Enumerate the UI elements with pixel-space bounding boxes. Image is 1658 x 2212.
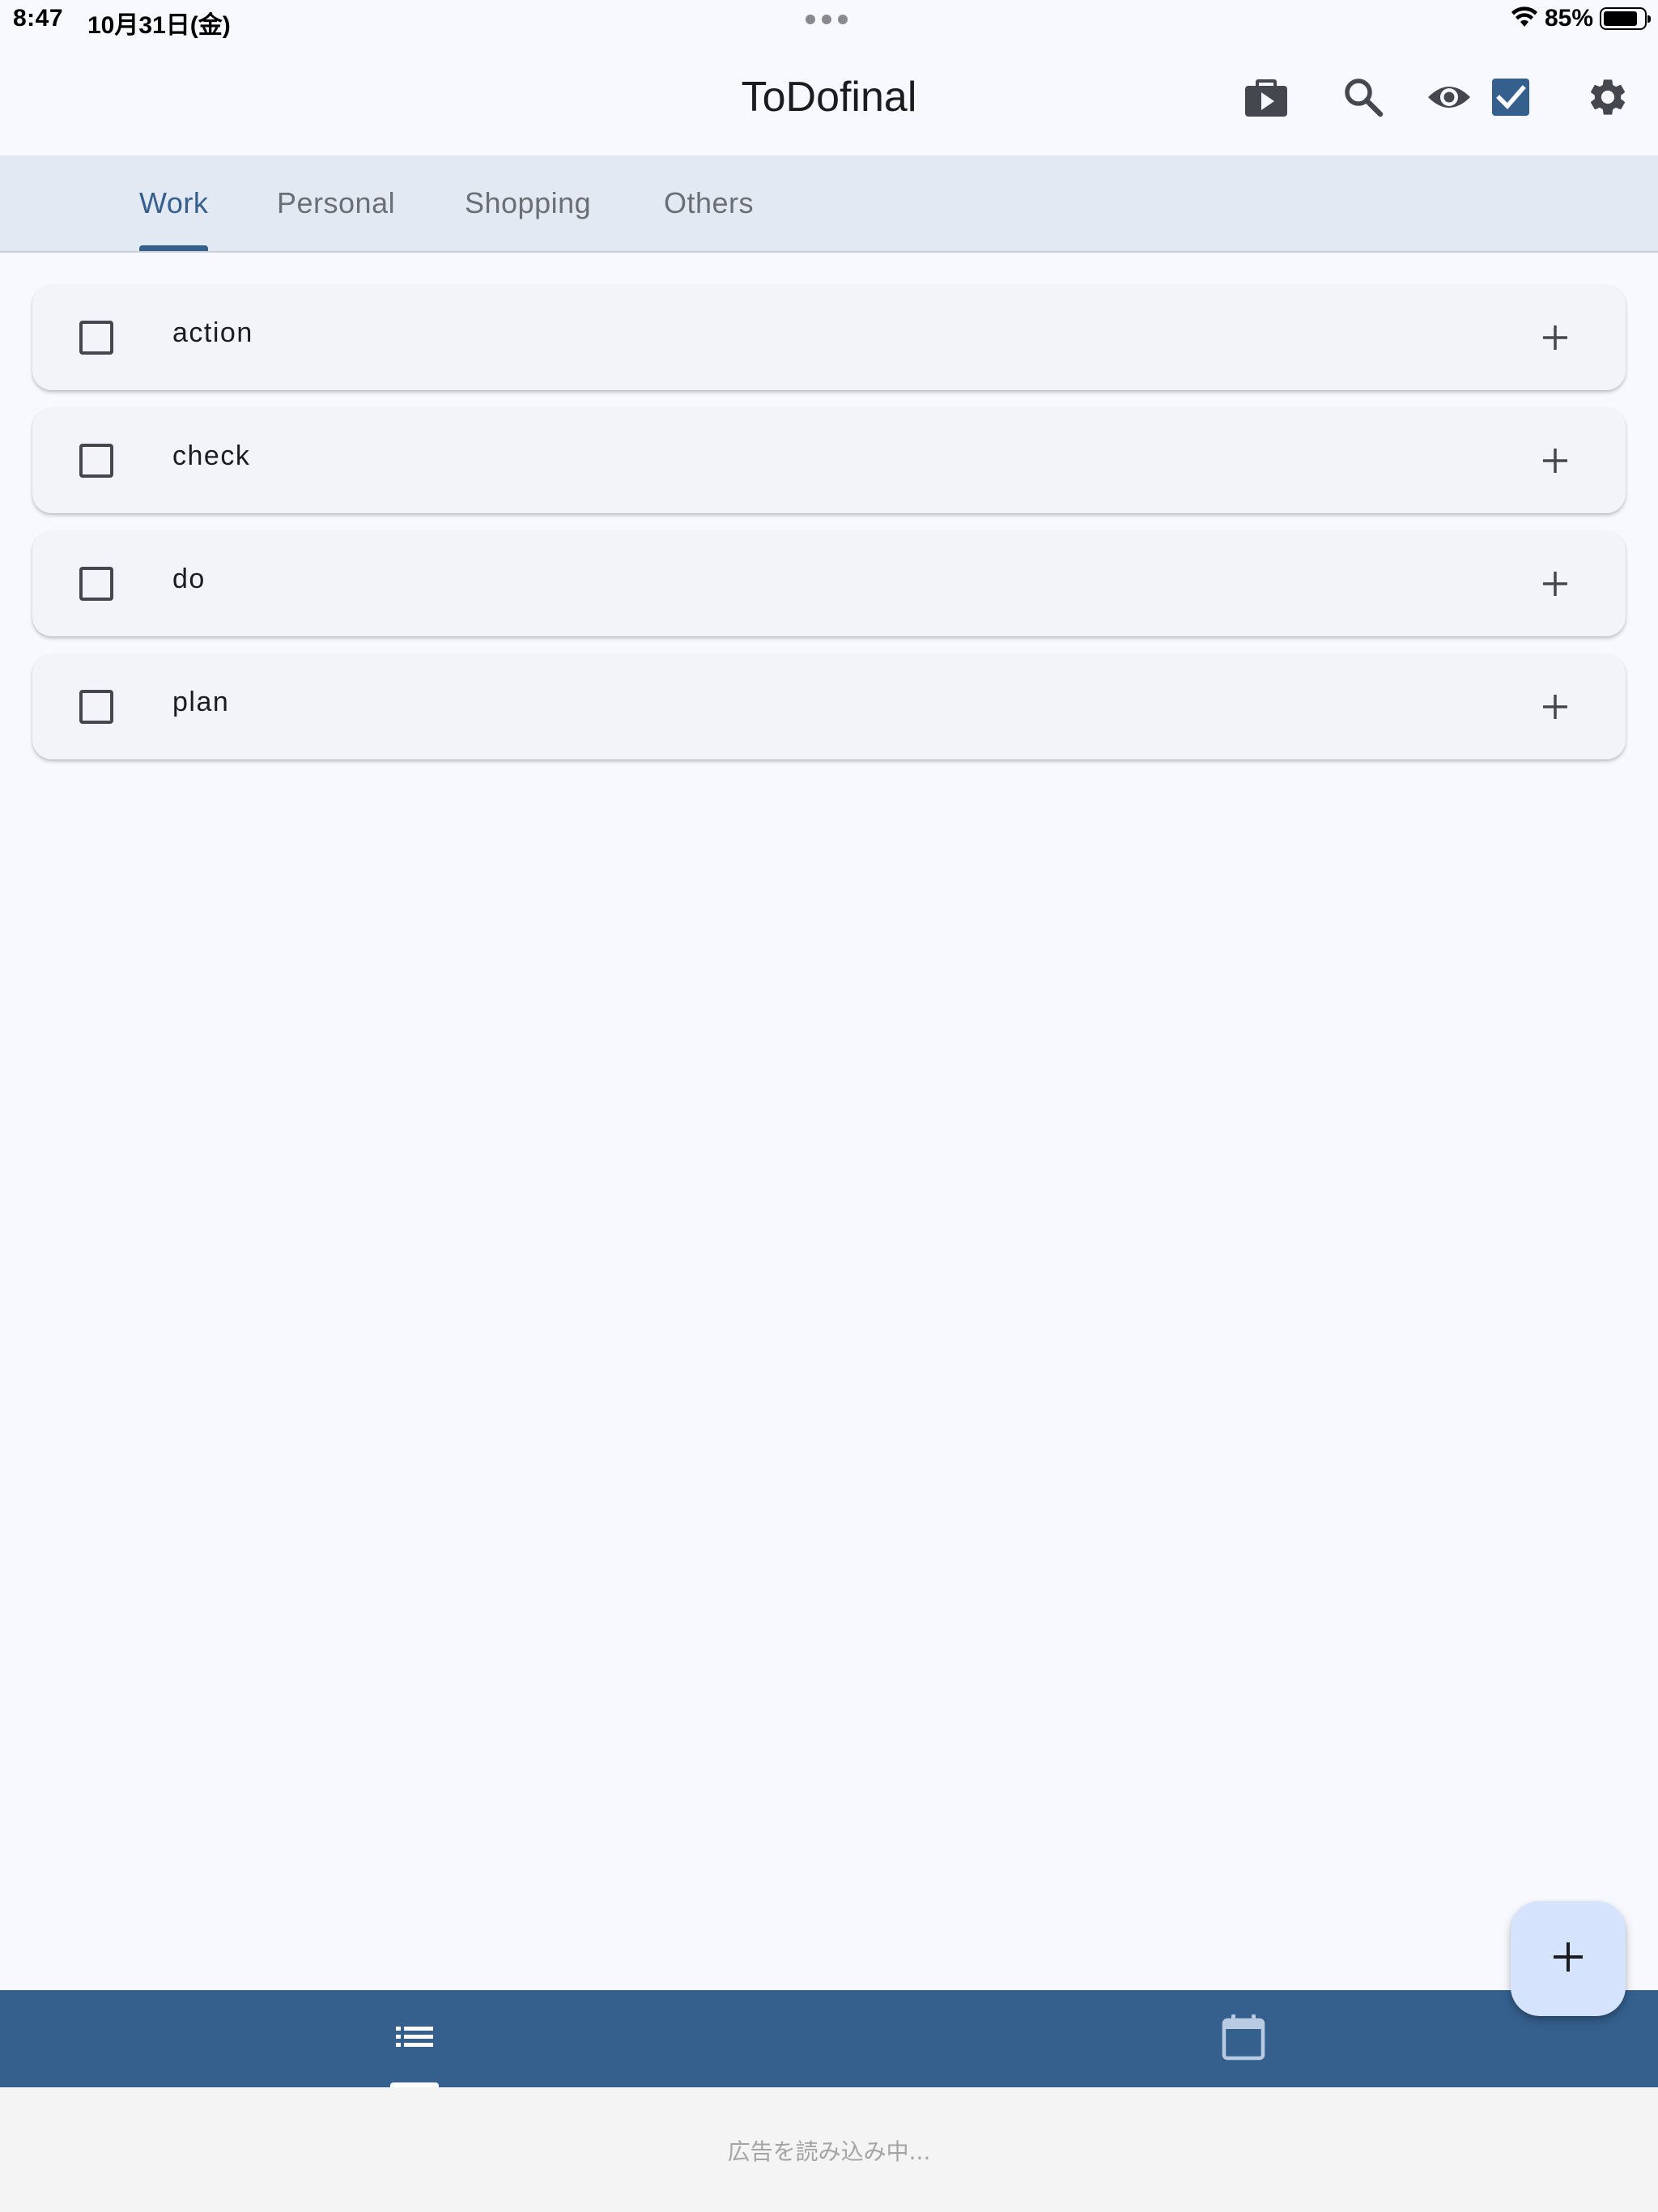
tab-personal[interactable]: Personal <box>277 155 395 251</box>
add-subtask-plus-icon[interactable] <box>1533 439 1577 483</box>
bottom-navigation <box>0 1990 1658 2089</box>
search-icon[interactable] <box>1337 71 1389 123</box>
gear-icon[interactable] <box>1582 71 1634 123</box>
task-item-plan[interactable]: plan <box>32 654 1626 759</box>
task-checkbox[interactable] <box>79 321 113 355</box>
wifi-icon <box>1511 6 1538 32</box>
task-item-do[interactable]: do <box>32 531 1626 636</box>
task-checkbox[interactable] <box>79 567 113 601</box>
plus-icon <box>1552 1941 1584 1977</box>
task-checkbox[interactable] <box>79 444 113 478</box>
status-right: 85% <box>1511 5 1651 32</box>
calendar-icon <box>1221 2013 1266 2065</box>
task-label: action <box>172 317 253 348</box>
task-item-action[interactable]: action <box>32 285 1626 390</box>
add-task-fab[interactable] <box>1511 1901 1626 2016</box>
tab-active-indicator <box>139 245 209 251</box>
status-date: 10月31日(金) <box>87 12 231 39</box>
tab-label: Shopping <box>465 186 592 219</box>
tab-label: Personal <box>277 186 396 219</box>
task-checkbox[interactable] <box>79 690 113 724</box>
tab-work[interactable]: Work <box>139 155 209 251</box>
checkbox-checked-icon[interactable] <box>1485 71 1537 123</box>
task-label: check <box>172 440 251 471</box>
add-subtask-plus-icon[interactable] <box>1533 562 1577 606</box>
app-bar: ToDofinal <box>0 42 1658 155</box>
task-label: do <box>172 564 206 594</box>
eye-icon[interactable] <box>1423 71 1475 123</box>
tab-label: Work <box>139 186 209 219</box>
tab-others[interactable]: Others <box>664 155 754 251</box>
tab-shopping[interactable]: Shopping <box>465 155 591 251</box>
ad-banner[interactable]: 広告を読み込み中... <box>0 2087 1658 2212</box>
task-item-check[interactable]: check <box>32 408 1626 513</box>
app-title: ToDofinal <box>741 74 917 121</box>
tab-label: Others <box>664 186 755 219</box>
list-icon <box>394 2021 435 2057</box>
nav-list-button[interactable] <box>389 2013 440 2065</box>
add-subtask-plus-icon[interactable] <box>1533 685 1577 729</box>
status-time: 8:47 <box>13 5 64 32</box>
play-video-icon[interactable] <box>1240 71 1292 123</box>
category-tab-bar: Work Personal Shopping Others <box>0 155 1658 253</box>
add-subtask-plus-icon[interactable] <box>1533 316 1577 359</box>
nav-calendar-button[interactable] <box>1218 2013 1269 2065</box>
ad-loading-text: 広告を読み込み中... <box>727 2138 931 2165</box>
battery-percent: 85% <box>1544 5 1593 32</box>
multitasking-dots-icon[interactable] <box>806 15 848 24</box>
status-bar: 8:47 10月31日(金) 85% <box>0 0 1658 42</box>
task-list: action check do plan <box>32 285 1626 777</box>
battery-icon <box>1600 7 1651 30</box>
task-label: plan <box>172 687 230 717</box>
